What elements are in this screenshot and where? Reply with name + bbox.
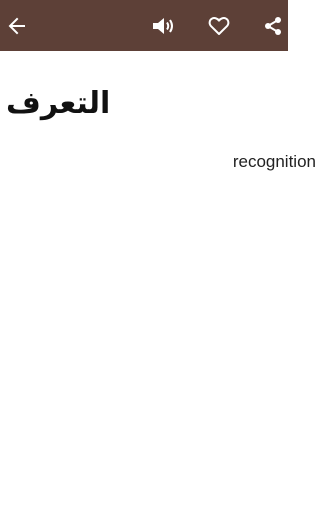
back-arrow-icon <box>7 16 27 36</box>
heart-icon <box>208 16 230 36</box>
speak-button[interactable] <box>144 0 184 51</box>
app-toolbar <box>0 0 288 51</box>
back-button[interactable] <box>0 0 37 51</box>
share-button[interactable] <box>253 0 293 51</box>
word-heading: التعرف <box>6 86 111 121</box>
share-icon <box>263 16 283 36</box>
speaker-icon <box>151 15 177 37</box>
translation-text: recognition <box>232 152 316 171</box>
favorite-button[interactable] <box>199 0 239 51</box>
